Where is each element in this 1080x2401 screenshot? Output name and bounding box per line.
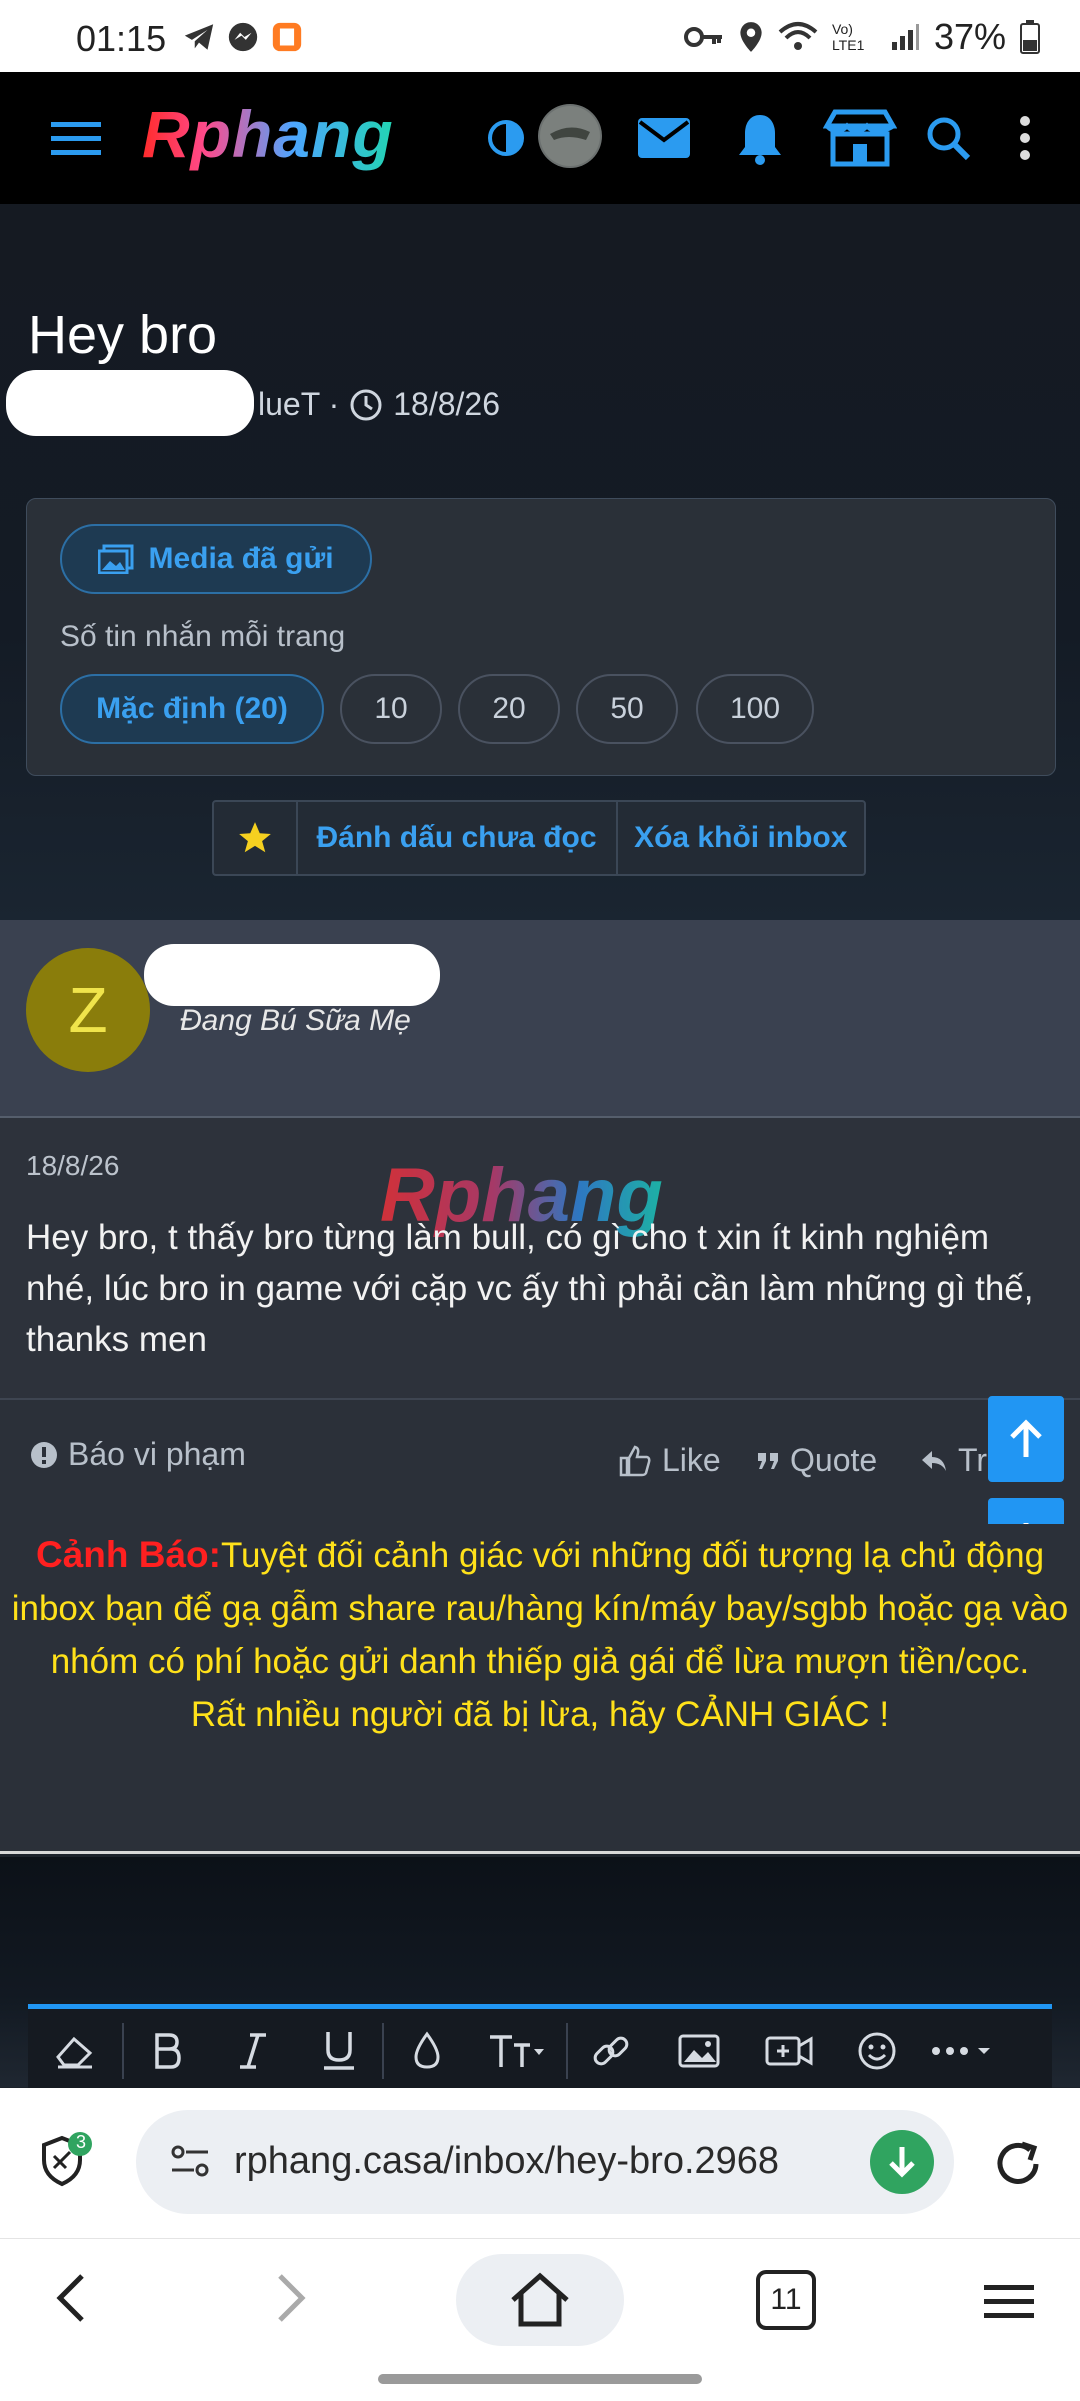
telegram-icon <box>184 24 214 50</box>
emoji-icon[interactable] <box>834 2031 920 2071</box>
url-text[interactable]: rphang.casa/inbox/hey-bro.2968 <box>234 2140 834 2183</box>
thread-date: 18/8/26 <box>393 386 500 422</box>
per-page-10[interactable]: 10 <box>340 674 442 744</box>
mark-unread-button[interactable]: Đánh dấu chưa đọc <box>298 802 618 874</box>
star-button[interactable] <box>214 802 298 874</box>
app-notification-icon <box>272 22 302 52</box>
download-icon[interactable] <box>870 2130 934 2194</box>
editor-toolbar <box>28 2004 1052 2093</box>
alert-icon <box>31 1441 57 1468</box>
insert-video-icon[interactable] <box>744 2034 834 2068</box>
per-page-20[interactable]: 20 <box>458 674 560 744</box>
messenger-icon <box>228 22 258 52</box>
arrow-up-icon <box>1010 1419 1042 1457</box>
site-header: Rphang <box>0 72 1080 204</box>
more-menu-icon[interactable] <box>1000 108 1050 168</box>
bold-icon[interactable] <box>124 2031 210 2071</box>
quote-button[interactable]: Quote <box>756 1442 877 1479</box>
site-logo[interactable]: Rphang <box>142 96 394 172</box>
battery-icon <box>1020 20 1040 54</box>
page-title: Hey bro <box>28 305 218 365</box>
font-size-icon[interactable] <box>470 2031 566 2071</box>
status-time: 01:15 <box>76 18 167 59</box>
notification-icons <box>182 20 304 54</box>
quote-icon <box>758 1452 778 1469</box>
clock-icon <box>350 389 382 420</box>
per-page-default[interactable]: Mặc định (20) <box>60 674 324 744</box>
location-icon <box>740 22 762 52</box>
battery-percent: 37% <box>933 16 1006 57</box>
user-title: Đang Bú Sữa Mẹ <box>180 1004 411 1037</box>
media-sent-button[interactable]: Media đã gửi <box>60 524 372 594</box>
forward-icon[interactable] <box>262 2268 322 2328</box>
reply-button[interactable]: Tr <box>920 1442 987 1479</box>
report-link[interactable]: Báo vi phạm <box>30 1436 246 1473</box>
status-right: Vo) LTE1 37% <box>683 16 1040 58</box>
key-icon <box>683 27 722 47</box>
eraser-icon[interactable] <box>28 2033 122 2069</box>
site-settings-icon[interactable] <box>170 2144 210 2185</box>
more-options-icon[interactable] <box>920 2041 1006 2061</box>
store-icon[interactable] <box>820 108 900 168</box>
remove-from-inbox-button[interactable]: Xóa khỏi inbox <box>618 802 864 874</box>
theme-toggle-icon[interactable] <box>476 108 536 168</box>
quote-label: Quote <box>790 1442 878 1478</box>
thumbs-up-icon <box>619 1445 651 1476</box>
image-gallery-icon <box>98 544 134 574</box>
per-page-label: Số tin nhắn mỗi trang <box>60 620 346 653</box>
warning-text-2: Rất nhiều người đã bị lừa, hãy CẢNH GIÁC… <box>190 1695 890 1734</box>
back-icon[interactable] <box>40 2268 100 2328</box>
avatar[interactable] <box>538 104 602 168</box>
message-text: Hey bro, t thấy bro từng làm bull, có gì… <box>26 1218 1034 1359</box>
scroll-to-top-button[interactable] <box>988 1396 1064 1482</box>
italic-icon[interactable] <box>210 2031 296 2071</box>
bell-icon[interactable] <box>730 108 790 168</box>
reply-icon <box>922 1450 946 1471</box>
home-button[interactable] <box>456 2254 624 2346</box>
underline-icon[interactable] <box>296 2030 382 2072</box>
per-page-50[interactable]: 50 <box>576 674 678 744</box>
link-icon[interactable] <box>568 2031 654 2071</box>
star-icon <box>238 822 271 853</box>
scam-warning: Cảnh Báo:Tuyệt đối cảnh giác với những đ… <box>0 1524 1080 1854</box>
network-label: Vo) LTE1 <box>831 21 865 53</box>
user-avatar[interactable]: Z <box>26 948 150 1072</box>
message-date: 18/8/26 <box>26 1150 120 1181</box>
reload-icon[interactable] <box>990 2136 1046 2197</box>
browser-menu-icon[interactable] <box>980 2276 1040 2326</box>
reply-label-partial: Tr <box>958 1442 988 1478</box>
home-icon <box>511 2272 569 2327</box>
author-name-partial[interactable]: lueT · <box>258 386 339 423</box>
tabs-button[interactable]: 11 <box>756 2270 816 2330</box>
redacted-author <box>6 370 254 436</box>
like-label: Like <box>662 1442 721 1478</box>
redacted-username <box>144 944 440 1006</box>
like-button[interactable]: Like <box>618 1442 721 1479</box>
wifi-icon <box>778 22 818 50</box>
conversation-actions: Đánh dấu chưa đọc Xóa khỏi inbox <box>212 800 866 876</box>
media-sent-label: Media đã gửi <box>148 542 334 575</box>
insert-image-icon[interactable] <box>654 2034 744 2068</box>
shield-icon[interactable]: 3 <box>36 2132 92 2192</box>
shield-badge: 3 <box>75 2132 86 2152</box>
status-bar: 01:15 Vo) LTE1 37% <box>0 0 1080 72</box>
thread-byline: lueT · 18/8/26 <box>258 386 500 423</box>
search-icon[interactable] <box>918 108 978 168</box>
signal-icon <box>891 24 919 50</box>
report-label: Báo vi phạm <box>68 1436 246 1472</box>
inbox-icon[interactable] <box>634 108 694 168</box>
text-color-icon[interactable] <box>384 2031 470 2071</box>
menu-icon[interactable] <box>48 108 108 168</box>
gesture-handle[interactable] <box>378 2374 702 2384</box>
warning-label: Cảnh Báo: <box>35 1534 221 1575</box>
per-page-100[interactable]: 100 <box>696 674 814 744</box>
